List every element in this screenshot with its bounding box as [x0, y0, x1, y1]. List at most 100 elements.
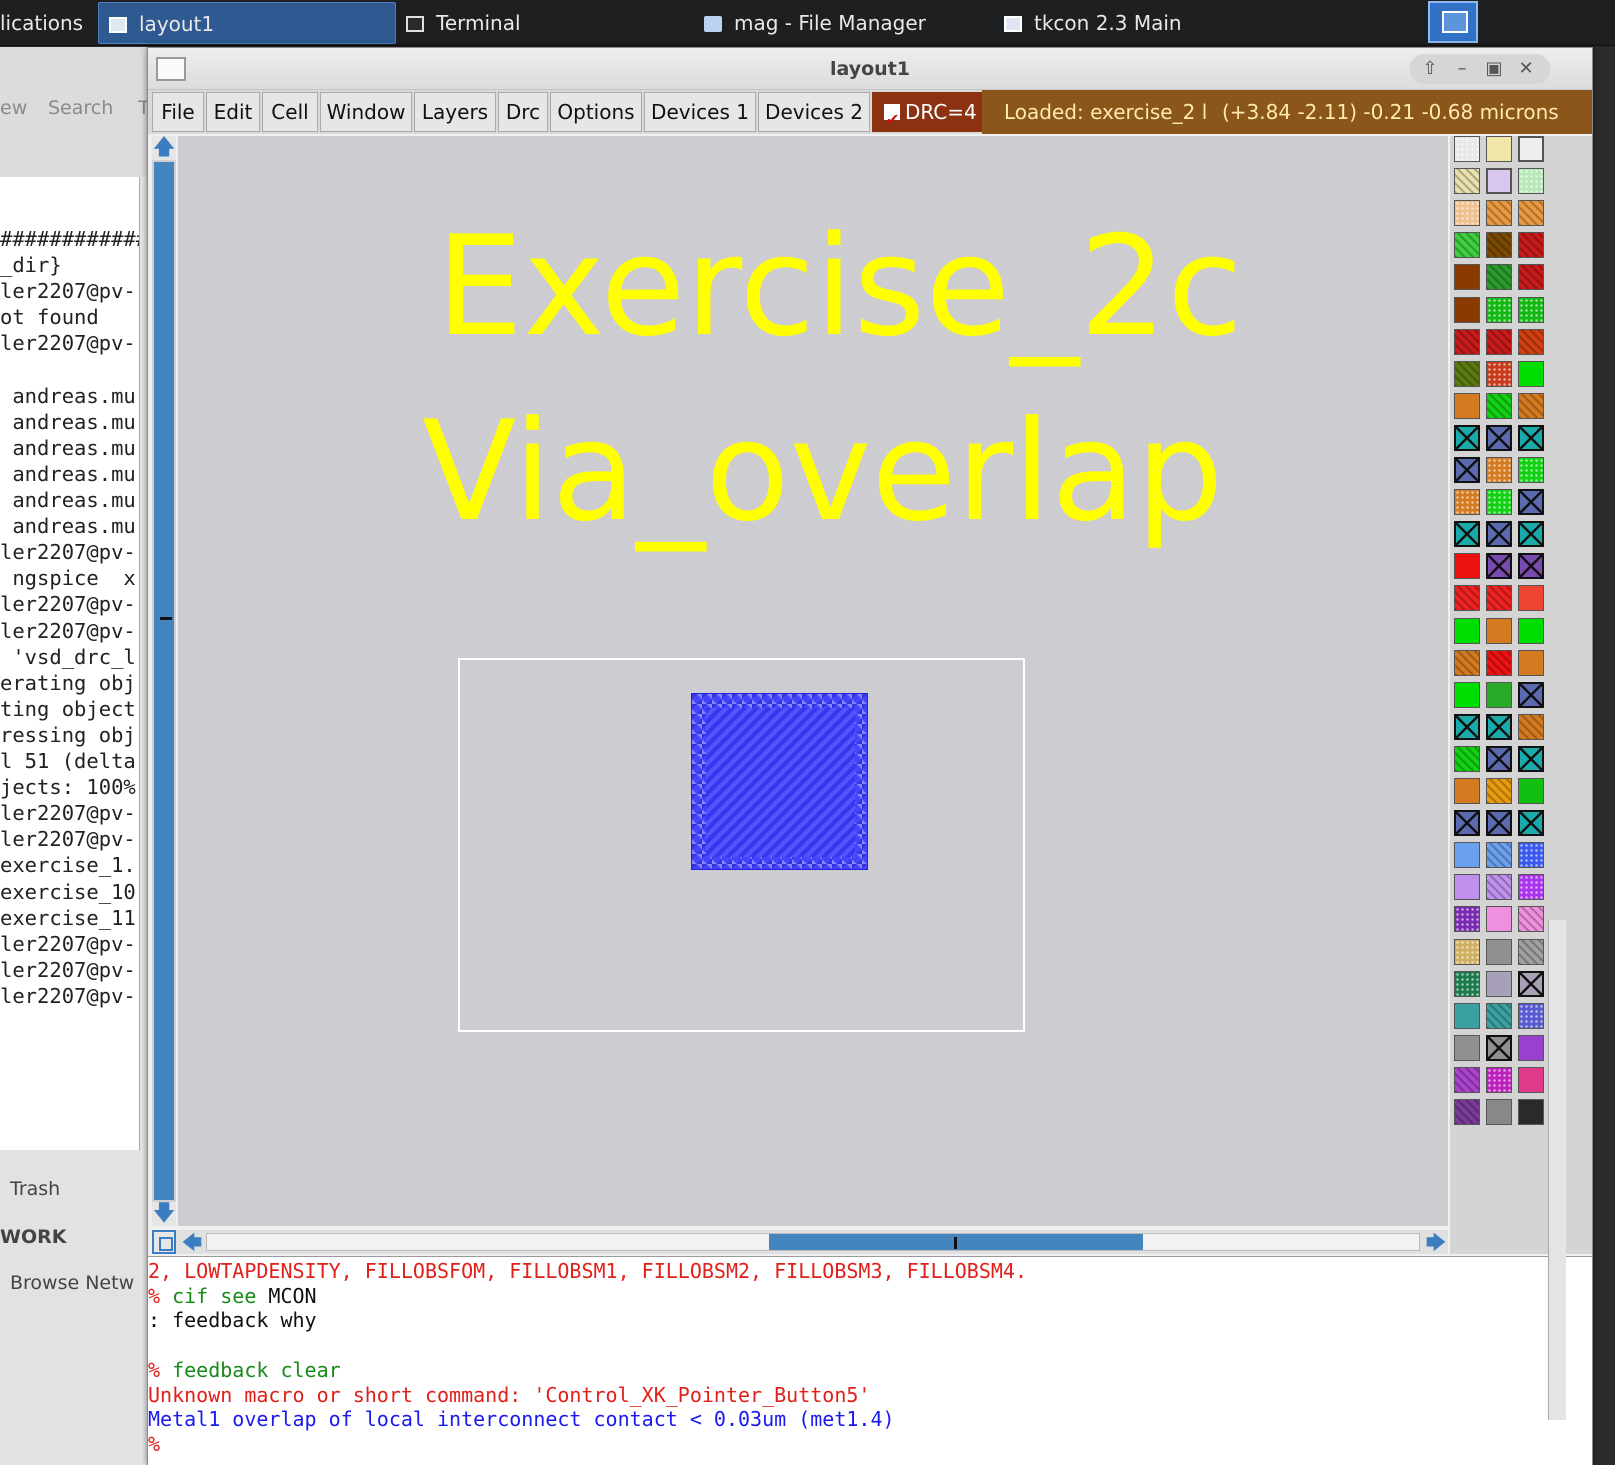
vertical-scroll-thumb[interactable]: [154, 162, 174, 1200]
layer-swatch-icon[interactable]: [1454, 136, 1480, 162]
taskbar-applications-menu[interactable]: lications: [0, 2, 90, 44]
layer-swatch-icon[interactable]: [1518, 232, 1544, 259]
layer-swatch-icon[interactable]: [1518, 649, 1544, 676]
layer-swatch-icon[interactable]: [1454, 778, 1480, 804]
layer-swatch-icon[interactable]: [1486, 745, 1512, 772]
layer-swatch-icon[interactable]: [1454, 360, 1480, 387]
layer-swatch-icon[interactable]: [1518, 328, 1544, 355]
layer-swatch-icon[interactable]: [1518, 617, 1544, 644]
layer-swatch-icon[interactable]: [1518, 745, 1544, 772]
layer-swatch-icon[interactable]: [1518, 168, 1544, 195]
layer-swatch-icon[interactable]: [1518, 1002, 1544, 1029]
layer-swatch-icon[interactable]: [1486, 136, 1512, 162]
menu-devices-1[interactable]: Devices 1: [644, 92, 756, 132]
scroll-right-arrow-icon[interactable]: 🡆: [1424, 1230, 1448, 1254]
taskbar-item-tkcon[interactable]: tkcon 2.3 Main: [1002, 2, 1292, 44]
layer-swatch-icon[interactable]: [1518, 457, 1544, 483]
layer-swatch-icon[interactable]: [1454, 264, 1480, 291]
taskbar-item-terminal[interactable]: Terminal: [402, 2, 692, 44]
layer-swatch-icon[interactable]: [1486, 264, 1512, 291]
layer-swatch-icon[interactable]: [1454, 521, 1480, 548]
layer-swatch-icon[interactable]: [1486, 810, 1512, 837]
layer-swatch-icon[interactable]: [1486, 842, 1512, 869]
layer-swatch-icon[interactable]: [1454, 1066, 1480, 1093]
layer-swatch-icon[interactable]: [1454, 906, 1480, 933]
layer-swatch-icon[interactable]: [1454, 296, 1480, 323]
layer-swatch-icon[interactable]: [1518, 1099, 1544, 1125]
layer-swatch-icon[interactable]: [1486, 649, 1512, 676]
window-titlebar[interactable]: layout1 ⇧ – ▣ ✕: [148, 48, 1592, 90]
layer-swatch-icon[interactable]: [1518, 296, 1544, 323]
scroll-left-arrow-icon[interactable]: 🡄: [180, 1230, 204, 1254]
view-menu[interactable]: ew: [0, 97, 27, 119]
layer-swatch-icon[interactable]: [1454, 970, 1480, 997]
layer-swatch-icon[interactable]: [1454, 489, 1480, 516]
layer-swatch-icon[interactable]: [1454, 585, 1480, 612]
menu-window[interactable]: Window: [320, 92, 412, 132]
layer-swatch-icon[interactable]: [1518, 874, 1544, 901]
scroll-down-arrow-icon[interactable]: 🡇: [152, 1202, 176, 1226]
layer-swatch-icon[interactable]: [1454, 745, 1480, 772]
vertical-scrollbar[interactable]: 🡅 🡇: [152, 136, 176, 1226]
layer-swatch-icon[interactable]: [1486, 1066, 1512, 1093]
layer-swatch-icon[interactable]: [1454, 1002, 1480, 1029]
via-contact-shape[interactable]: [691, 693, 868, 870]
layer-swatch-icon[interactable]: [1486, 874, 1512, 901]
layer-swatch-icon[interactable]: [1486, 778, 1512, 804]
layer-swatch-icon[interactable]: [1518, 713, 1544, 740]
layer-swatch-icon[interactable]: [1486, 585, 1512, 612]
horizontal-scroll-track[interactable]: [206, 1233, 1420, 1251]
menu-layers[interactable]: Layers: [414, 92, 496, 132]
layer-swatch-icon[interactable]: [1486, 457, 1512, 483]
stick-window-icon[interactable]: ⇧: [1418, 57, 1442, 81]
layer-swatch-icon[interactable]: [1486, 521, 1512, 548]
layer-swatch-icon[interactable]: [1486, 1099, 1512, 1125]
menu-devices-2[interactable]: Devices 2: [758, 92, 870, 132]
menu-file[interactable]: File: [152, 92, 204, 132]
horizontal-scroll-thumb[interactable]: [769, 1234, 1143, 1250]
layer-swatch-icon[interactable]: [1486, 938, 1512, 965]
layer-swatch-icon[interactable]: [1518, 136, 1544, 162]
layer-swatch-icon[interactable]: [1518, 392, 1544, 419]
layer-swatch-icon[interactable]: [1518, 681, 1544, 708]
sidebar-item-browse-network[interactable]: Browse Netw: [10, 1272, 134, 1294]
layer-swatch-icon[interactable]: [1518, 810, 1544, 837]
layer-swatch-icon[interactable]: [1518, 360, 1544, 387]
scroll-up-arrow-icon[interactable]: 🡅: [152, 136, 176, 160]
layer-swatch-icon[interactable]: [1518, 906, 1544, 933]
drc-toggle-button[interactable]: DRC=4: [872, 92, 982, 140]
layer-swatch-icon[interactable]: [1454, 938, 1480, 965]
layer-swatch-icon[interactable]: [1518, 200, 1544, 227]
layer-swatch-icon[interactable]: [1518, 778, 1544, 804]
close-icon[interactable]: ✕: [1514, 57, 1538, 81]
embedded-terminal[interactable]: ############ _dir} ler2207@pv-ot found ler2…: [0, 177, 140, 1150]
layer-swatch-icon[interactable]: [1454, 713, 1480, 740]
layer-swatch-icon[interactable]: [1454, 842, 1480, 869]
layer-swatch-icon[interactable]: [1518, 553, 1544, 580]
layer-swatch-icon[interactable]: [1486, 360, 1512, 387]
layer-swatch-icon[interactable]: [1486, 553, 1512, 580]
layer-swatch-icon[interactable]: [1486, 200, 1512, 227]
layer-swatch-icon[interactable]: [1454, 424, 1480, 451]
layer-swatch-icon[interactable]: [1518, 842, 1544, 869]
search-menu[interactable]: Search: [48, 97, 113, 119]
layout-canvas[interactable]: Exercise_2c Via_overlap: [178, 136, 1448, 1226]
layer-swatch-icon[interactable]: [1518, 938, 1544, 965]
layer-swatch-icon[interactable]: [1454, 392, 1480, 419]
layer-swatch-icon[interactable]: [1454, 328, 1480, 355]
menu-cell[interactable]: Cell: [262, 92, 318, 132]
layer-swatch-icon[interactable]: [1486, 232, 1512, 259]
sidebar-item-trash[interactable]: Trash: [10, 1178, 60, 1200]
layer-swatch-icon[interactable]: [1518, 424, 1544, 451]
horizontal-scrollbar[interactable]: 🡄 🡆: [152, 1230, 1448, 1254]
layer-swatch-icon[interactable]: [1454, 810, 1480, 837]
layer-swatch-icon[interactable]: [1454, 1034, 1480, 1061]
layer-swatch-icon[interactable]: [1454, 617, 1480, 644]
layer-swatch-icon[interactable]: [1486, 1002, 1512, 1029]
layer-swatch-icon[interactable]: [1454, 168, 1480, 195]
layer-swatch-icon[interactable]: [1486, 489, 1512, 516]
layer-swatch-icon[interactable]: [1486, 713, 1512, 740]
layer-swatch-icon[interactable]: [1454, 649, 1480, 676]
menu-edit[interactable]: Edit: [206, 92, 260, 132]
console-scrollbar[interactable]: [1548, 920, 1566, 1420]
